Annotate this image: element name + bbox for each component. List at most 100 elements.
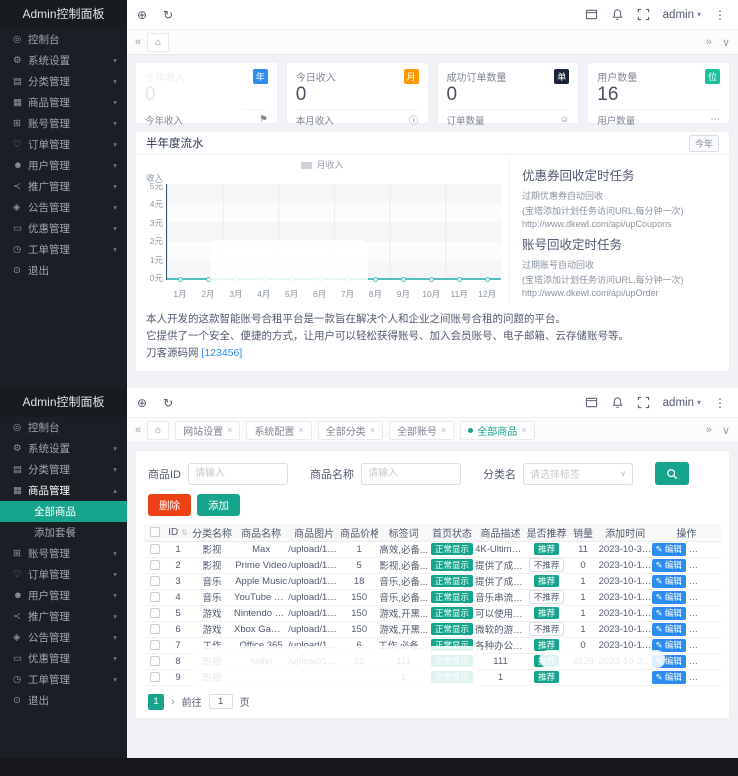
tabs-menu-icon[interactable]: ∨ [722, 424, 730, 437]
more-menu-icon[interactable]: ⋮ [714, 8, 726, 22]
bell-icon[interactable] [611, 8, 624, 21]
sidebar-item[interactable]: 添加套餐 [0, 522, 127, 543]
table-header-cell[interactable]: 标签词 [378, 524, 429, 541]
row-checkbox[interactable] [150, 544, 160, 554]
close-icon[interactable]: × [370, 425, 375, 435]
select-all-checkbox[interactable] [150, 527, 160, 537]
edit-button[interactable]: ✎编辑 [652, 623, 686, 636]
window-icon[interactable] [585, 396, 598, 409]
sidebar-item[interactable]: ◈ 公告管理 ▾ [0, 627, 127, 648]
sidebar-item[interactable]: ▦ 商品管理 ▴ [0, 480, 127, 501]
sidebar-item[interactable]: ◷ 工单管理 ▾ [0, 239, 127, 260]
table-header-cell[interactable]: 商品名称 [234, 524, 288, 541]
search-button[interactable] [655, 462, 689, 485]
sort-icon[interactable]: ⇅ [181, 528, 188, 537]
product-name-input[interactable] [361, 463, 461, 485]
sidebar-item[interactable]: ≺ 推广管理 ▾ [0, 176, 127, 197]
tab-chip[interactable]: 系统配置 × [246, 421, 311, 440]
sidebar-item[interactable]: ⊙ 退出 [0, 690, 127, 711]
close-icon[interactable]: × [521, 425, 526, 435]
tabs-scroll-left-icon[interactable]: « [135, 424, 141, 436]
row-delete-button[interactable]: ✕删除 [688, 623, 721, 636]
edit-button[interactable]: ✎编辑 [652, 671, 686, 684]
table-header-cell[interactable]: 商品描述 [475, 524, 526, 541]
table-header-cell[interactable]: 销量 [567, 524, 598, 541]
sidebar-item[interactable]: ⊞ 账号管理 ▾ [0, 543, 127, 564]
sidebar-item[interactable]: ≺ 推广管理 ▾ [0, 606, 127, 627]
user-menu[interactable]: admin ▾ [663, 9, 701, 21]
table-header-cell[interactable]: 操作 [652, 524, 721, 541]
user-menu[interactable]: admin ▾ [663, 397, 701, 409]
close-icon[interactable]: × [441, 425, 446, 435]
refresh-icon[interactable]: ↻ [163, 396, 173, 410]
row-checkbox[interactable] [150, 624, 160, 634]
page-jump-input[interactable] [209, 694, 233, 709]
table-header-cell[interactable]: ID ⇅ [166, 524, 190, 541]
fullscreen-icon[interactable] [637, 396, 650, 409]
sidebar-item[interactable]: ◷ 工单管理 ▾ [0, 669, 127, 690]
row-delete-button[interactable]: ✕删除 [688, 655, 721, 668]
page-number[interactable]: 1 [148, 694, 164, 710]
sidebar-item[interactable]: ☻ 用户管理 ▾ [0, 585, 127, 606]
fullscreen-icon[interactable] [637, 8, 650, 21]
sidebar-item[interactable]: ▤ 分类管理 ▾ [0, 459, 127, 480]
row-delete-button[interactable]: ✕删除 [688, 607, 721, 620]
tab-chip-home[interactable]: ⌂ [147, 33, 169, 52]
table-header-cell[interactable]: 添加时间 [599, 524, 652, 541]
row-checkbox[interactable] [150, 592, 160, 602]
sidebar-item[interactable]: 全部商品 [0, 501, 127, 522]
delete-button[interactable]: 删除 [148, 494, 191, 516]
sidebar-item[interactable]: ◎ 控制台 [0, 29, 127, 50]
row-checkbox[interactable] [150, 576, 160, 586]
sidebar-item[interactable]: ⚙ 系统设置 ▾ [0, 50, 127, 71]
sidebar-item[interactable]: ⊙ 退出 [0, 260, 127, 281]
tab-chip[interactable]: 全部商品 × [460, 421, 534, 440]
language-globe-icon[interactable]: ⊕ [137, 396, 147, 410]
next-page-icon[interactable]: › [171, 696, 175, 708]
row-checkbox[interactable] [150, 608, 160, 618]
more-menu-icon[interactable]: ⋮ [714, 396, 726, 410]
table-header-cell[interactable]: 首页状态 [429, 524, 475, 541]
edit-button[interactable]: ✎编辑 [652, 559, 686, 572]
row-delete-button[interactable]: ✕删除 [688, 591, 721, 604]
sidebar-item[interactable]: ☻ 用户管理 ▾ [0, 155, 127, 176]
brand-link[interactable]: [123456] [201, 347, 242, 359]
row-delete-button[interactable]: ✕删除 [688, 639, 721, 652]
table-header-cell[interactable]: 是否推荐 [526, 524, 568, 541]
row-checkbox[interactable] [150, 672, 160, 682]
tabs-scroll-left-icon[interactable]: « [135, 36, 141, 48]
edit-button[interactable]: ✎编辑 [652, 591, 686, 604]
row-delete-button[interactable]: ✕删除 [688, 543, 721, 556]
close-icon[interactable]: × [227, 425, 232, 435]
sidebar-item[interactable]: ◈ 公告管理 ▾ [0, 197, 127, 218]
sidebar-item[interactable]: ♡ 订单管理 ▾ [0, 564, 127, 585]
sidebar-item[interactable]: ◎ 控制台 [0, 417, 127, 438]
tab-chip[interactable]: 全部分类 × [318, 421, 383, 440]
sidebar-item[interactable]: ▦ 商品管理 ▾ [0, 92, 127, 113]
table-header-cell[interactable]: 商品价格 ⇅ [340, 524, 378, 541]
tab-chip-home[interactable]: ⌂ [147, 421, 169, 440]
sidebar-item[interactable]: ▭ 优惠管理 ▾ [0, 648, 127, 669]
row-delete-button[interactable]: ✕删除 [688, 575, 721, 588]
row-checkbox[interactable] [150, 640, 160, 650]
edit-button[interactable]: ✎编辑 [652, 607, 686, 620]
chart-legend[interactable]: 月收入 [144, 158, 501, 172]
tab-chip[interactable]: 网站设置 × [175, 421, 240, 440]
product-id-input[interactable] [188, 463, 288, 485]
sidebar-item[interactable]: ⚙ 系统设置 ▾ [0, 438, 127, 459]
refresh-icon[interactable]: ↻ [163, 8, 173, 22]
bell-icon[interactable] [611, 396, 624, 409]
row-delete-button[interactable]: ✕删除 [688, 559, 721, 572]
edit-button[interactable]: ✎编辑 [652, 543, 686, 556]
table-header-cell[interactable]: 分类名称 [190, 524, 234, 541]
language-globe-icon[interactable]: ⊕ [137, 8, 147, 22]
row-checkbox[interactable] [150, 560, 160, 570]
sidebar-item[interactable]: ♡ 订单管理 ▾ [0, 134, 127, 155]
add-button[interactable]: 添加 [197, 494, 240, 516]
window-icon[interactable] [585, 8, 598, 21]
sidebar-item[interactable]: ⊞ 账号管理 ▾ [0, 113, 127, 134]
table-header-cell[interactable]: 商品图片 [288, 524, 340, 541]
tab-chip[interactable]: 全部账号 × [389, 421, 454, 440]
row-checkbox[interactable] [150, 656, 160, 666]
row-delete-button[interactable]: ✕删除 [688, 671, 721, 684]
